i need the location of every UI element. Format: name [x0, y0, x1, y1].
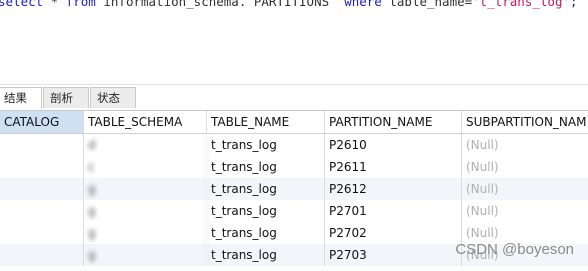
cell-table-name[interactable]: t_trans_log	[207, 244, 325, 266]
table-row[interactable]: c t_trans_log P2611 (Null)	[0, 156, 588, 178]
sql-editor[interactable]: select * from information_schema.`PARTIT…	[0, 0, 588, 80]
cell-partition-name[interactable]: P2703	[325, 244, 462, 266]
cell-catalog[interactable]	[0, 244, 84, 266]
cell-subpartition-name[interactable]: (Null)	[462, 178, 588, 200]
column-header-catalog[interactable]: CATALOG	[0, 111, 84, 133]
cell-partition-name[interactable]: P2611	[325, 156, 462, 178]
tab-status[interactable]: 状态	[90, 87, 136, 108]
cell-table-name[interactable]: t_trans_log	[207, 222, 325, 244]
cell-partition-name[interactable]: P2702	[325, 222, 462, 244]
cell-table-schema[interactable]: g	[84, 200, 207, 222]
table-row[interactable]: g t_trans_log P2612 (Null)	[0, 178, 588, 200]
cell-subpartition-name[interactable]: (Null)	[462, 156, 588, 178]
cell-table-name[interactable]: t_trans_log	[207, 200, 325, 222]
cell-partition-name[interactable]: P2701	[325, 200, 462, 222]
cell-table-schema[interactable]: g	[84, 244, 207, 266]
sql-statement[interactable]: select * from information_schema.`PARTIT…	[0, 0, 578, 11]
cell-partition-name[interactable]: P2610	[325, 134, 462, 156]
splitter[interactable]	[0, 84, 588, 85]
cell-subpartition-name[interactable]: (Null)	[462, 134, 588, 156]
cell-table-name[interactable]: t_trans_log	[207, 178, 325, 200]
cell-catalog[interactable]	[0, 178, 84, 200]
cell-catalog[interactable]	[0, 156, 84, 178]
cell-catalog[interactable]	[0, 134, 84, 156]
table-row[interactable]: d t_trans_log P2610 (Null)	[0, 134, 588, 156]
column-header-table-name[interactable]: TABLE_NAME	[207, 111, 325, 133]
sql-keyword-where: where	[344, 0, 382, 9]
cell-table-schema[interactable]: g	[84, 222, 207, 244]
sql-text: table_name=	[381, 0, 473, 9]
results-grid: CATALOG TABLE_SCHEMA TABLE_NAME PARTITIO…	[0, 110, 588, 266]
cell-table-schema[interactable]: g	[84, 178, 207, 200]
cell-subpartition-name[interactable]: (Null)	[462, 200, 588, 222]
sql-text: information_schema.`PARTITIONS`	[95, 0, 345, 9]
sql-text: *	[43, 0, 66, 9]
cell-table-schema[interactable]: c	[84, 156, 207, 178]
cell-table-schema[interactable]: d	[84, 134, 207, 156]
cell-catalog[interactable]	[0, 200, 84, 222]
cell-table-name[interactable]: t_trans_log	[207, 134, 325, 156]
cell-catalog[interactable]	[0, 222, 84, 244]
cell-partition-name[interactable]: P2612	[325, 178, 462, 200]
sql-string-literal: 't_trans_log'	[472, 0, 570, 9]
cell-table-name[interactable]: t_trans_log	[207, 156, 325, 178]
tab-profile[interactable]: 剖析	[43, 87, 89, 108]
tab-result-1[interactable]: 结果 1	[0, 87, 42, 126]
column-header-subpartition-name[interactable]: SUBPARTITION_NAM	[462, 111, 588, 133]
sql-text: ;	[570, 0, 578, 9]
table-row[interactable]: g t_trans_log P2701 (Null)	[0, 200, 588, 222]
column-header-partition-name[interactable]: PARTITION_NAME	[325, 111, 462, 133]
sql-keyword-select: select	[0, 0, 44, 9]
watermark: CSDN @boyeson	[455, 241, 574, 258]
table-header: CATALOG TABLE_SCHEMA TABLE_NAME PARTITIO…	[0, 111, 588, 134]
column-header-table-schema[interactable]: TABLE_SCHEMA	[84, 111, 207, 133]
sql-keyword-from: from	[65, 0, 96, 9]
